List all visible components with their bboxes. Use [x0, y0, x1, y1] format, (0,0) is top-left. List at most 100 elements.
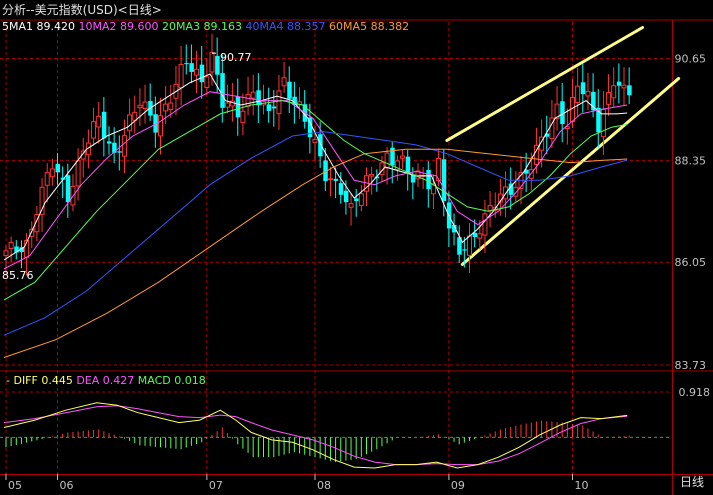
candle-body	[477, 233, 483, 239]
candle-body	[627, 85, 632, 96]
candle-body	[580, 82, 586, 95]
price-tick-label: 83.73	[675, 359, 707, 372]
candle-body	[75, 160, 81, 187]
candle-body	[3, 250, 9, 257]
legend-label: 10MA2	[75, 20, 117, 33]
candle-body	[127, 114, 133, 132]
candle-body	[312, 138, 318, 143]
ma-legend: 5MA1 89.420 10MA2 89.600 20MA3 89.163 40…	[2, 20, 409, 33]
candle-body	[107, 141, 112, 144]
candle-body	[343, 190, 349, 203]
candle-body	[585, 90, 591, 97]
candle-body	[121, 135, 127, 157]
candle-body	[611, 85, 617, 99]
candle-body	[158, 115, 163, 137]
x-tick-label: 10	[575, 479, 589, 492]
legend-label: MACD	[134, 374, 170, 387]
candle-body	[49, 168, 55, 178]
candle-body	[91, 121, 97, 139]
legend-value: 89.420	[33, 20, 75, 33]
candle-body	[44, 172, 50, 186]
candle-body	[256, 90, 261, 106]
chart-title: 分析--美元指数(USD)<日线>	[2, 2, 162, 17]
candle-body	[487, 205, 493, 212]
candle-body	[209, 51, 215, 73]
legend-marker: -	[6, 374, 13, 387]
candle-body	[215, 55, 220, 75]
candle-body	[250, 91, 256, 99]
candle-body	[189, 63, 194, 72]
candle-body	[117, 151, 122, 153]
candle-body	[616, 81, 622, 86]
low-annotation: 85.76	[2, 269, 34, 282]
candle-body	[405, 156, 411, 173]
x-tick-label: 09	[451, 479, 465, 492]
candle-body	[101, 111, 107, 139]
high-annotation: 90.77	[220, 51, 252, 64]
price-tick-label: 90.65	[675, 53, 707, 66]
candle-body	[426, 169, 431, 190]
legend-label: DEA	[73, 374, 100, 387]
legend-value: 0.427	[99, 374, 134, 387]
legend-label: 5MA1	[2, 20, 33, 33]
candle-body	[142, 101, 148, 110]
macd-tick-label: 0.918	[679, 386, 711, 399]
candle-body	[240, 110, 246, 124]
candle-body	[199, 64, 205, 83]
candle-body	[327, 178, 333, 181]
legend-value: 89.600	[117, 20, 159, 33]
legend-value: 0.445	[38, 374, 73, 387]
dollar-index-chart: 90.65 88.35 86.05 83.73 0.918 05 06 07 08 09 10 分析…	[0, 0, 713, 495]
candle-body	[441, 159, 447, 201]
period-label[interactable]: 日线	[680, 475, 704, 489]
candle-body	[575, 85, 581, 104]
chart-background	[0, 0, 713, 495]
candle-body	[65, 175, 71, 203]
price-tick-label: 86.05	[675, 256, 707, 269]
candle-body	[224, 102, 230, 108]
candle-body	[235, 96, 241, 118]
candle-body	[621, 84, 627, 89]
candle-body	[194, 68, 200, 76]
x-tick-label: 08	[317, 479, 331, 492]
x-tick-label: 06	[60, 479, 74, 492]
candle-body	[369, 174, 375, 177]
legend-value: 88.357	[284, 20, 326, 33]
candle-body	[178, 63, 184, 89]
candle-body	[55, 163, 60, 173]
candle-body	[400, 155, 406, 159]
candle-body	[348, 203, 354, 208]
candle-body	[220, 73, 225, 108]
candle-body	[132, 111, 138, 121]
candle-body	[8, 241, 14, 250]
candle-body	[287, 81, 292, 99]
legend-label: 40MA4	[242, 20, 284, 33]
candle-body	[467, 235, 472, 256]
x-tick-label: 05	[8, 479, 22, 492]
legend-value: 89.163	[200, 20, 242, 33]
legend-label: 20MA3	[159, 20, 201, 33]
candle-body	[184, 63, 189, 65]
candle-body	[462, 249, 467, 251]
candle-body	[266, 104, 272, 111]
candle-body	[245, 93, 251, 107]
price-tick-label: 88.35	[675, 154, 707, 167]
candle-body	[281, 77, 287, 87]
candle-body	[606, 92, 612, 105]
macd-legend: - DIFF 0.445 DEA 0.427 MACD 0.018	[6, 374, 206, 387]
legend-value: 88.382	[367, 20, 409, 33]
candle-body	[96, 115, 102, 128]
candle-body	[482, 213, 488, 236]
candle-body	[358, 193, 364, 206]
legend-value: 0.018	[171, 374, 206, 387]
candle-body	[276, 90, 282, 115]
candle-body	[318, 134, 323, 157]
legend-label: DIFF	[13, 374, 37, 387]
candle-body	[204, 76, 210, 88]
candle-body	[271, 106, 277, 109]
x-tick-label: 07	[209, 479, 223, 492]
candle-body	[333, 178, 339, 181]
candle-body	[163, 103, 169, 112]
candle-body	[137, 104, 143, 109]
candle-body	[168, 102, 174, 110]
